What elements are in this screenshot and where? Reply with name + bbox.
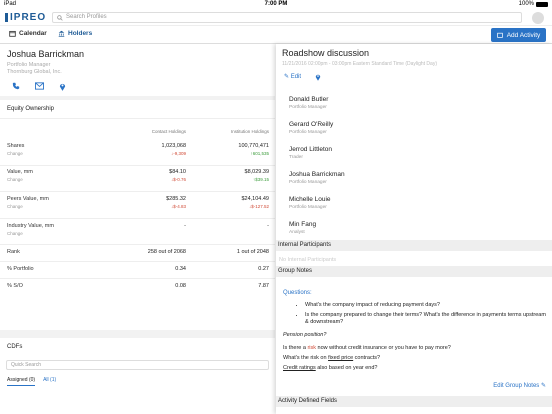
contact-name: Joshua Barrickman (7, 49, 85, 59)
contact-panel: Joshua Barrickman Portfolio Manager Thor… (0, 44, 275, 414)
calendar-button[interactable]: Calendar (9, 30, 47, 37)
equity-title: Equity Ownership (0, 100, 275, 119)
contact-title: Portfolio Manager (7, 62, 51, 68)
map-pin-icon[interactable] (59, 82, 66, 91)
clock: 7:00 PM (264, 1, 288, 7)
toolbar: Calendar Holders Add Activity (0, 27, 552, 44)
logo-mark-icon (5, 12, 8, 22)
search-input[interactable]: Search Profiles (52, 12, 522, 23)
up-arrow-icon: ↑601,535 (250, 151, 269, 156)
group-notes: Questions: What's the company impact of … (283, 290, 548, 372)
cdf-search-input[interactable]: Quick Search (6, 360, 269, 370)
map-pin-icon[interactable] (315, 73, 321, 81)
logo[interactable]: IPREO (5, 12, 46, 23)
holders-button[interactable]: Holders (58, 30, 92, 37)
down-arrow-icon: ↓$-0.76 (170, 177, 186, 182)
contact-company: Thornburg Global, Inc. (7, 69, 62, 75)
down-arrow-icon: ↓-9,309 (170, 151, 186, 156)
participant-list: Donald Butler Portfolio Manager Gerard O'… (289, 96, 345, 246)
user-avatar[interactable] (532, 12, 544, 24)
activity-title: Roadshow discussion (282, 48, 370, 58)
calendar-icon (9, 30, 16, 37)
phone-icon[interactable] (12, 82, 20, 90)
email-icon[interactable] (35, 82, 44, 90)
add-activity-button[interactable]: Add Activity (491, 28, 546, 42)
edit-button[interactable]: ✎ Edit (284, 73, 301, 81)
cdfs-card: CDFs Quick Search Assigned (0) All (1) (0, 338, 275, 414)
institution-holdings-header: Institution Holdings (230, 129, 269, 134)
list-item[interactable]: Joshua Barrickman Portfolio Manager (289, 171, 345, 196)
edit-group-notes-button[interactable]: Edit Group Notes ✎ (493, 382, 546, 389)
institution-icon (58, 30, 65, 37)
list-item[interactable]: Michelle Louie Portfolio Manager (289, 196, 345, 221)
edit-notes-icon: ✎ (540, 383, 546, 389)
internal-participants-header: Internal Participants (276, 240, 552, 251)
status-bar: iPad 7:00 PM 100% (0, 0, 552, 9)
pencil-icon: ✎ (284, 74, 290, 80)
calendar-add-icon (496, 32, 503, 38)
equity-ownership-card: Equity Ownership Contact Holdings Instit… (0, 100, 275, 330)
battery-icon (536, 2, 548, 7)
contact-holdings-header: Contact Holdings (151, 129, 186, 134)
list-item: What's the company impact of reducing pa… (305, 302, 548, 309)
tab-all[interactable]: All (1) (43, 377, 56, 386)
list-item: Is the company prepared to change their … (305, 312, 548, 326)
list-item[interactable]: Gerard O'Reilly Portfolio Manager (289, 121, 345, 146)
list-item[interactable]: Donald Butler Portfolio Manager (289, 96, 345, 121)
cdfs-title: CDFs (7, 344, 23, 350)
group-notes-header: Group Notes (276, 266, 552, 277)
activity-detail-panel: Roadshow discussion 11/21/2016 02:00pm -… (276, 44, 552, 414)
list-item[interactable]: Jerrod Littleton Trader (289, 146, 345, 171)
search-icon (57, 14, 63, 21)
no-internal-participants: No Internal Participants (279, 257, 337, 263)
up-arrow-icon: ↑$39.15 (252, 177, 269, 182)
activity-datetime: 11/21/2016 02:00pm - 03:00pm Eastern Sta… (282, 61, 437, 67)
activity-fields-header: Activity Defined Fields (276, 396, 552, 407)
down-arrow-icon: ↓$-127.52 (248, 204, 269, 209)
tab-assigned[interactable]: Assigned (0) (7, 377, 36, 386)
battery-percent: 100% (518, 1, 534, 7)
down-arrow-icon: ↓$-4.83 (170, 204, 186, 209)
profile-card: Joshua Barrickman Portfolio Manager Thor… (0, 44, 275, 96)
questions-label: Questions: (283, 290, 312, 296)
top-bar: IPREO Search Profiles (0, 9, 552, 26)
pension-note: Pension position? (283, 332, 327, 338)
